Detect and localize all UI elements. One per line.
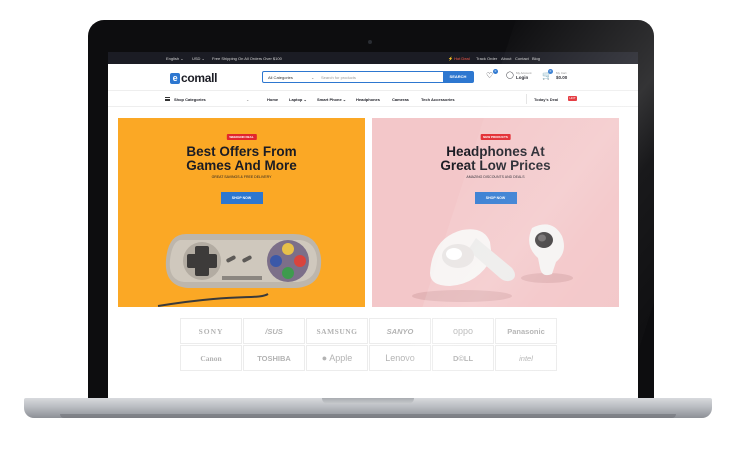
chevron-down-icon: ⌄ [246,97,250,102]
brand-asus[interactable]: /SUS [243,318,305,344]
brand-lenovo[interactable]: Lenovo [369,345,431,371]
brand-logo-grid: SONY /SUS SAMSUNG SANYO oppo Panasonic C… [180,318,560,372]
brand-panasonic[interactable]: Panasonic [495,318,557,344]
track-order-link[interactable]: Track Order [476,56,497,61]
search-bar: All Categories ⌄ SEARCH [262,71,474,83]
brand-oppo[interactable]: oppo [432,318,494,344]
hot-badge: HOT [568,96,577,101]
brand-dell[interactable]: D©LL [432,345,494,371]
search-input[interactable] [321,73,441,82]
hot-deal-link[interactable]: ⚡ Hot Deal [448,56,470,61]
shipping-promo: Free Shipping On All Orders Over $100 [212,56,282,61]
cart-total[interactable]: $0.00 [556,75,567,80]
main-nav: Shop Categories ⌄ Home Laptop ⌄ Smart Ph… [108,90,638,107]
nav-item-cameras[interactable]: Cameras [392,97,409,102]
brand-apple-label: Apple [329,353,353,363]
cart-count-badge: 0 [548,69,553,74]
laptop-lid: English ⌄ USD ⌄ Free Shipping On All Ord… [88,20,654,403]
nav-divider [526,94,527,104]
chevron-down-icon: ⌄ [311,75,315,80]
search-category-select[interactable]: All Categories [268,75,293,80]
shop-categories-button[interactable]: Shop Categories [174,97,206,102]
logo-text: comall [181,71,218,85]
nav-item-smart-phone[interactable]: Smart Phone ⌄ [317,97,346,102]
webcam [368,40,372,44]
user-icon[interactable]: ◯ [506,72,514,80]
blog-link[interactable]: Blog [532,56,540,61]
wishlist-count-badge: 0 [493,69,498,74]
site-header: ecomall All Categories ⌄ SEARCH ♡ 0 ◯ My… [108,64,638,90]
nav-item-headphones[interactable]: Headphones [356,97,380,102]
todays-deal-link[interactable]: Today's Deal [534,97,558,102]
contact-link[interactable]: Contact [515,56,529,61]
about-link[interactable]: About [501,56,511,61]
brand-samsung[interactable]: SAMSUNG [306,318,368,344]
brand-sony[interactable]: SONY [180,318,242,344]
laptop-mockup: English ⌄ USD ⌄ Free Shipping On All Ord… [0,0,735,452]
brand-apple[interactable]: ● Apple [306,345,368,371]
apple-logo-icon: ● [321,353,328,363]
brand-sanyo[interactable]: SANYO [369,318,431,344]
language-selector[interactable]: English ⌄ [166,56,184,61]
brand-toshiba[interactable]: TOSHIBA [243,345,305,371]
currency-selector[interactable]: USD ⌄ [192,56,205,61]
game-controller-image [157,234,322,307]
brand-intel[interactable]: intel [495,345,557,371]
logo-mark-icon: e [170,73,180,84]
nav-item-tech-accessories[interactable]: Tech Accessories [421,97,455,102]
brand-canon[interactable]: Canon [180,345,242,371]
earbuds-image [412,224,573,302]
top-bar: English ⌄ USD ⌄ Free Shipping On All Ord… [108,52,638,64]
heart-icon[interactable]: ♡ [486,72,493,80]
laptop-foot-shadow [60,414,676,418]
promo-banner-games[interactable]: WEEKEND DEAL Best Offers From Games And … [118,118,365,307]
website-screen: English ⌄ USD ⌄ Free Shipping On All Ord… [108,52,638,398]
laptop-opening-notch [322,398,414,404]
promo-banner-headphones[interactable]: NEW PRODUCTS Headphones At Great Low Pri… [372,118,619,307]
menu-icon[interactable] [165,97,170,101]
nav-item-home[interactable]: Home [267,97,278,102]
site-logo[interactable]: e comall [170,71,218,85]
search-button[interactable]: SEARCH [443,72,473,82]
login-link[interactable]: Login [516,75,528,80]
nav-item-laptop[interactable]: Laptop ⌄ [289,97,307,102]
